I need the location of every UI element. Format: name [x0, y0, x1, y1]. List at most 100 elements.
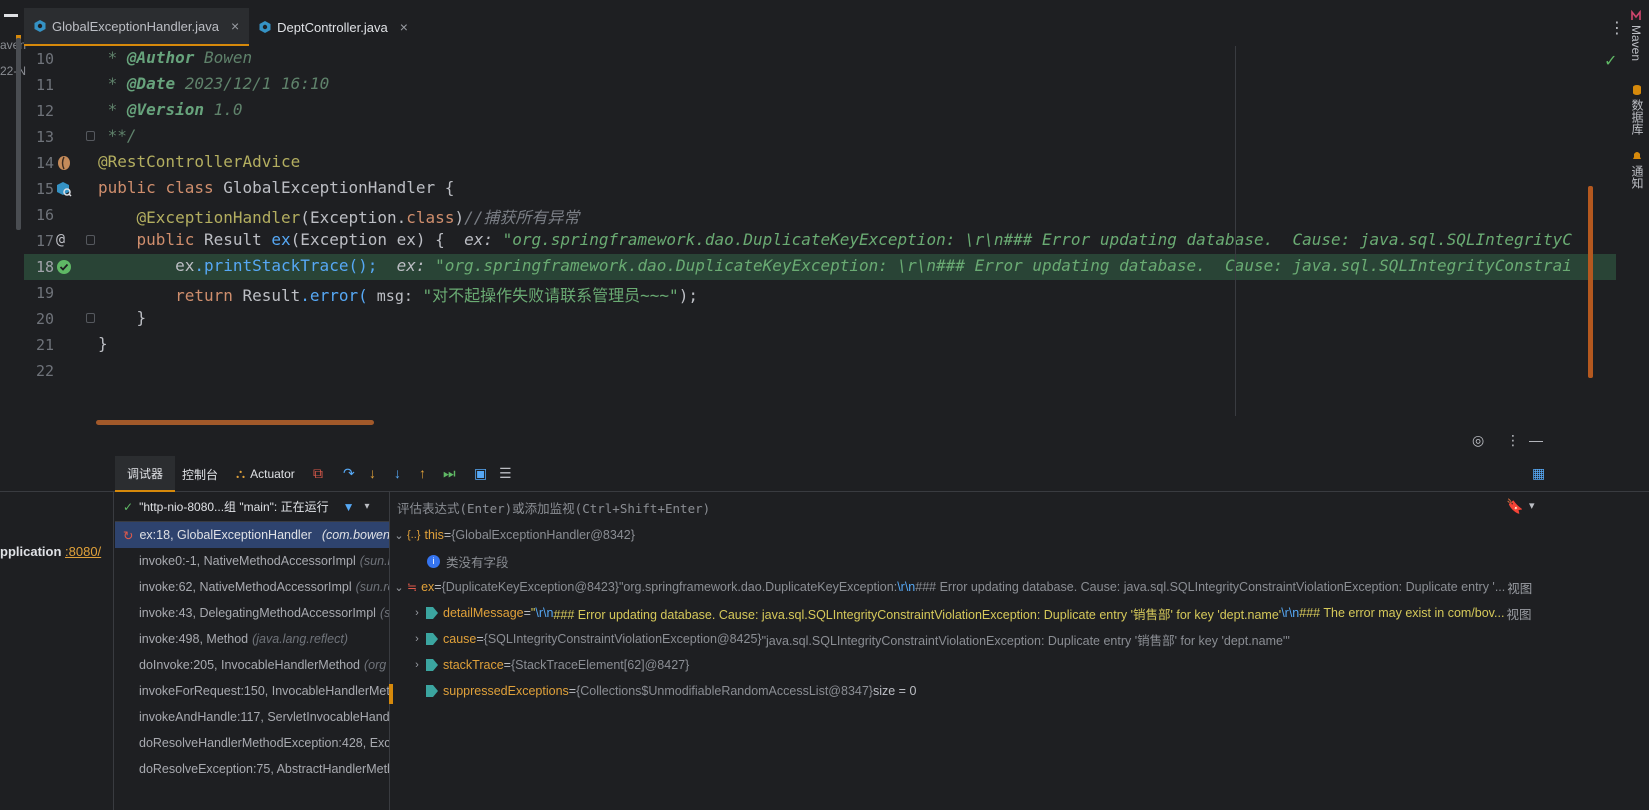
vertical-scrollbar[interactable] [1588, 186, 1593, 378]
left-panel-scrollbar[interactable] [16, 38, 21, 230]
equals-sign: = [523, 606, 531, 620]
code-line: 15 public class GlobalExceptionHandler { [24, 176, 1616, 202]
frame-row[interactable]: invoke0:-1, NativeMethodAccessorImpl (sun… [115, 548, 389, 574]
more-tabs-icon[interactable]: ⋮ [1609, 18, 1625, 38]
line-number: 11 [35, 76, 54, 94]
tab-label: 控制台 [182, 467, 219, 482]
frame-row[interactable]: invoke:43, DelegatingMethodAccessorImpl(… [115, 600, 389, 626]
trace-list-icon[interactable]: ☰ [499, 465, 512, 482]
chevron-down-icon[interactable]: ⌄ [391, 529, 407, 542]
minimize-icon[interactable]: — [1529, 432, 1543, 448]
frame-row[interactable]: ↻ ex:18, GlobalExceptionHandler (com.bowe… [115, 522, 389, 548]
frame-row[interactable]: invokeAndHandle:117, ServletInvocableHan… [115, 704, 389, 730]
tab-label: DeptController.java [277, 19, 388, 35]
target-icon[interactable]: ◎ [1472, 432, 1484, 449]
chevron-right-icon[interactable]: › [409, 607, 425, 619]
code-editor[interactable]: 10 * @Author Bowen 11 * @Date 2023/12/1 … [24, 46, 1616, 444]
evaluate-expression-input[interactable]: 评估表达式(Enter)或添加监视(Ctrl+Shift+Enter) [391, 492, 1546, 522]
frame-method: invokeForRequest:150, InvocableHandlerMe… [139, 684, 390, 698]
variable-row-suppressed-exceptions[interactable]: suppressedExceptions = {Collections$Unmo… [391, 678, 1546, 704]
variable-value-rest: ### The error may exist in com/bov... [1299, 606, 1505, 620]
chevron-right-icon[interactable]: › [409, 633, 425, 645]
frame-row[interactable]: invokeForRequest:150, InvocableHandlerMe… [115, 678, 390, 704]
port-link[interactable]: :8080/ [65, 544, 101, 559]
collapse-toggle-icon[interactable] [4, 14, 18, 17]
fold-icon[interactable] [86, 313, 95, 323]
left-panel-text: aven [0, 38, 27, 52]
chevron-right-icon[interactable]: › [409, 659, 425, 671]
bean-icon[interactable] [56, 155, 72, 171]
tab-debugger[interactable]: 调试器 [115, 456, 176, 492]
database-tool[interactable]: 数据库 [1629, 84, 1646, 135]
doc-value: Bowen [194, 48, 253, 67]
variable-name: detailMessage [443, 606, 524, 620]
bookmark-icon[interactable]: 🔖 [1506, 498, 1523, 515]
layout-icon[interactable]: ▦ [1532, 465, 1545, 482]
doc-tag: @Version [126, 100, 204, 119]
fold-icon[interactable] [86, 235, 95, 245]
tab-dept-controller[interactable]: DeptController.java × [249, 8, 418, 46]
line-number: 18 [35, 258, 54, 276]
frame-row[interactable]: doResolveException:75, AbstractHandlerMe… [115, 756, 390, 782]
exception-icon: ≒ [407, 580, 418, 594]
tab-global-exception-handler[interactable]: GlobalExceptionHandler.java × [24, 8, 250, 46]
view-link[interactable]: 视图 [1506, 604, 1531, 623]
chevron-down-icon[interactable]: ⌄ [391, 581, 407, 594]
close-icon[interactable]: × [400, 19, 408, 35]
view-link[interactable]: 视图 [1507, 578, 1532, 597]
frame-method: ex:18, GlobalExceptionHandler [139, 528, 312, 542]
variable-row-stack-trace[interactable]: › stackTrace = {StackTraceElement[62]@84… [391, 652, 1546, 678]
field-tag-icon [425, 684, 439, 698]
close-icon[interactable]: × [231, 18, 239, 34]
frame-row[interactable]: doResolveHandlerMethodException:428, Exc… [115, 730, 389, 756]
frame-method: invoke:62, NativeMethodAccessorImpl [139, 580, 352, 594]
reload-frame-icon: ↻ [123, 528, 134, 543]
variable-value-rest: ### Error updating database. Cause: java… [553, 607, 1282, 622]
keyword: class [406, 208, 455, 227]
line-number: 12 [35, 102, 54, 120]
variable-row-this[interactable]: ⌄ {..} this = {GlobalExceptionHandler@83… [391, 522, 1546, 548]
step-out-icon[interactable]: ↑ [419, 465, 426, 481]
frame-row[interactable]: invoke:62, NativeMethodAccessorImpl (sun.… [115, 574, 389, 600]
step-into-icon[interactable]: ↓ [369, 465, 376, 481]
variable-value: "java.sql.SQLIntegrityConstraintViolatio… [761, 633, 1290, 648]
frame-method: doResolveException:75, AbstractHandlerMe… [139, 762, 390, 776]
frame-row[interactable]: invoke:498, Method (java.lang.reflect) [115, 626, 389, 652]
application-entry[interactable]: pplication :8080/ [0, 544, 101, 559]
frame-row[interactable]: doInvoke:205, InvocableHandlerMethod (org [115, 652, 389, 678]
application-name: pplication [0, 544, 62, 559]
restore-layout-icon[interactable]: ⧉ [313, 465, 323, 482]
filter-icon[interactable]: ▼ [343, 500, 355, 514]
code-line: 16 @ExceptionHandler(Exception.class)//捕… [24, 202, 1616, 228]
mapping-at-icon[interactable]: @ [56, 230, 72, 248]
chevron-down-icon[interactable]: ▾ [364, 501, 369, 512]
inline-debug-value: ex: "org.springframework.dao.DuplicateKe… [464, 230, 1572, 249]
class-search-icon[interactable] [56, 181, 72, 197]
notifications-tool[interactable]: 通知 [1629, 150, 1646, 189]
maven-tool[interactable]: Maven [1629, 9, 1643, 61]
code-line: 13 **/ [24, 124, 1616, 150]
doc-tag: @Author [126, 48, 195, 67]
breakpoint-check-icon[interactable] [56, 259, 72, 275]
param-hint: msg: [367, 287, 413, 305]
more-options-icon[interactable]: ⋮ [1506, 432, 1520, 449]
force-step-into-icon[interactable]: ↓ [394, 465, 401, 481]
run-to-cursor-icon[interactable]: ⏭ [443, 465, 456, 482]
variable-row-cause[interactable]: › cause = {SQLIntegrityConstraintViolati… [391, 626, 1546, 652]
brace: } [136, 308, 147, 327]
equals-sign: = [476, 632, 484, 646]
horizontal-scrollbar[interactable] [96, 420, 374, 425]
variable-type: {DuplicateKeyException@8423} [441, 580, 619, 594]
class-name: GlobalExceptionHandler [223, 178, 436, 197]
thread-selector[interactable]: ✓ "http-nio-8080...组 "main": 正在运行 ▼ ▾ [115, 492, 389, 522]
code-line: 12 * @Version 1.0 [24, 98, 1616, 124]
variable-row-detail-message[interactable]: › detailMessage = " \r\n ### Error updatin… [391, 600, 1546, 626]
step-over-icon[interactable]: ↷ [343, 465, 355, 482]
brace: } [98, 334, 108, 353]
fold-icon[interactable] [86, 131, 95, 141]
chevron-down-icon[interactable]: ▾ [1529, 499, 1535, 512]
tab-actuator[interactable]: ⛬ Actuator [236, 456, 295, 492]
evaluate-expression-icon[interactable]: ▣ [474, 465, 487, 482]
variable-row-ex[interactable]: ⌄ ≒ ex = {DuplicateKeyException@8423} "o… [391, 574, 1546, 600]
tab-console[interactable]: 控制台 [182, 456, 218, 492]
